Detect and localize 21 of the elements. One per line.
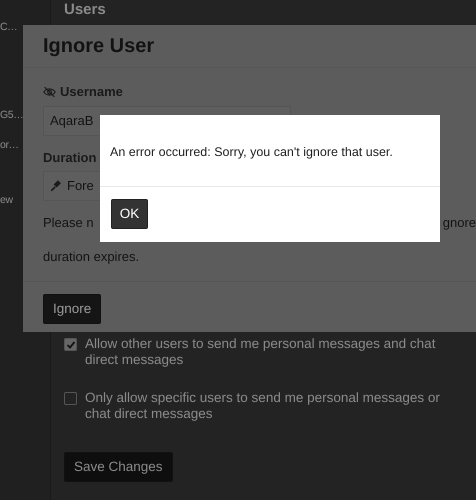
sidebar-item[interactable]: ew xyxy=(0,193,22,209)
note-text: duration expires. xyxy=(43,248,140,266)
checkbox[interactable] xyxy=(64,338,77,351)
note-text: Please n xyxy=(43,214,94,232)
sidebar-item[interactable]: or… xyxy=(0,138,22,154)
ignore-button[interactable]: Ignore xyxy=(43,294,102,324)
gavel-icon xyxy=(50,180,62,192)
field-label: Duration xyxy=(43,148,96,166)
sidebar-item[interactable]: C… xyxy=(0,20,22,36)
ok-button[interactable]: OK xyxy=(111,199,148,229)
checkbox-label: Only allow specific users to send me personal messages or chat direct messages xyxy=(85,390,441,422)
alert-message: An error occurred: Sorry, you can't ignore that user. xyxy=(100,115,440,187)
page-heading: Users xyxy=(64,2,107,18)
note-text: gnore xyxy=(442,214,476,232)
save-button[interactable]: Save Changes xyxy=(64,452,173,482)
checkbox-label: Allow other users to send me personal messages and chat direct messages xyxy=(85,336,436,368)
eye-slash-icon xyxy=(43,86,56,98)
modal-title: Ignore User xyxy=(43,34,156,58)
field-label: Username xyxy=(60,83,123,101)
checkbox[interactable] xyxy=(64,392,77,405)
sidebar-item[interactable]: G5… xyxy=(0,108,22,124)
